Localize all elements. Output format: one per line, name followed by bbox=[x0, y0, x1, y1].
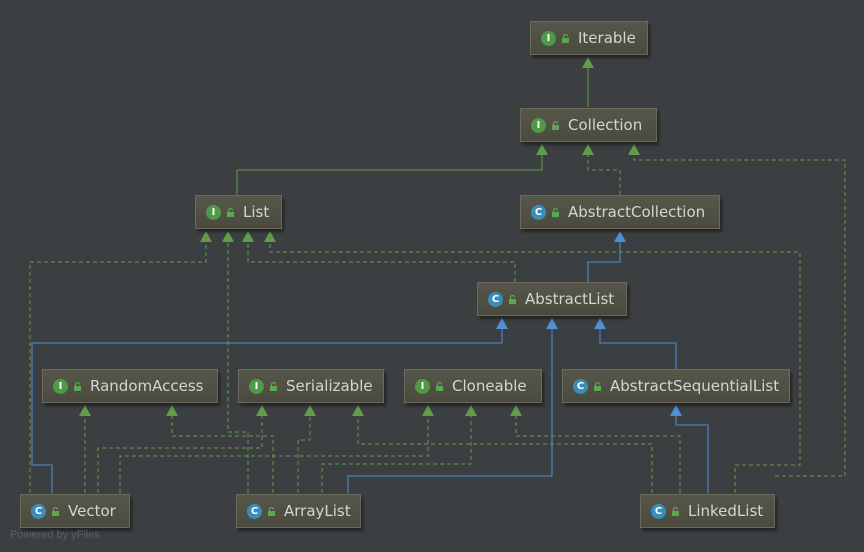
lock-icon bbox=[270, 381, 277, 391]
arrowhead bbox=[242, 231, 254, 242]
edge-arraylist-cloneable bbox=[321, 412, 472, 493]
lock-icon bbox=[268, 506, 275, 516]
arrowhead bbox=[222, 231, 234, 242]
node-abstract-list[interactable]: C AbstractList bbox=[477, 282, 627, 316]
lock-icon bbox=[74, 381, 81, 391]
arrowhead bbox=[465, 405, 477, 416]
interface-icon: I bbox=[249, 378, 264, 394]
edge-arraylist-serializable bbox=[297, 412, 311, 493]
node-cloneable[interactable]: I Cloneable bbox=[404, 369, 542, 403]
class-icon: C bbox=[651, 503, 666, 519]
arrowhead bbox=[546, 318, 558, 329]
arrowhead bbox=[79, 405, 91, 416]
node-linked-list[interactable]: C LinkedList bbox=[640, 494, 775, 528]
edge-abstractlist-abstractcollection bbox=[587, 238, 621, 282]
lock-icon bbox=[594, 381, 601, 391]
arrowhead bbox=[352, 405, 364, 416]
edge-linkedlist-serializable bbox=[357, 412, 653, 493]
node-abstract-sequential-list[interactable]: C AbstractSequentialList bbox=[562, 369, 790, 403]
edge-abstractlist-list bbox=[247, 238, 516, 282]
lock-icon bbox=[562, 33, 569, 43]
interface-icon: I bbox=[53, 378, 68, 394]
watermark: Powered by yFiles bbox=[10, 529, 100, 541]
lock-icon bbox=[52, 506, 59, 516]
node-label: AbstractList bbox=[525, 290, 615, 308]
node-label: RandomAccess bbox=[90, 377, 204, 395]
arrowhead bbox=[200, 231, 212, 242]
arrowhead bbox=[670, 405, 682, 416]
arrowhead bbox=[628, 144, 640, 155]
uml-class-diagram bbox=[29, 57, 846, 493]
arrowhead bbox=[256, 405, 268, 416]
implements-edges bbox=[29, 64, 846, 493]
edge-arraylist-list bbox=[227, 238, 249, 493]
node-label: AbstractSequentialList bbox=[610, 377, 780, 395]
node-label: Iterable bbox=[578, 29, 636, 47]
edge-abstractsequentiallist-abstractlist bbox=[599, 325, 677, 369]
arrowhead bbox=[614, 231, 626, 242]
class-icon: C bbox=[31, 503, 46, 519]
edge-linkedlist-list bbox=[269, 238, 801, 493]
node-random-access[interactable]: I RandomAccess bbox=[42, 369, 218, 403]
node-label: Cloneable bbox=[452, 377, 527, 395]
arrowhead bbox=[496, 318, 508, 329]
node-collection[interactable]: I Collection bbox=[520, 108, 657, 142]
interface-icon: I bbox=[415, 378, 430, 394]
interface-icon: I bbox=[206, 204, 221, 220]
arrowhead bbox=[582, 57, 594, 68]
arrowhead bbox=[264, 231, 276, 242]
edge-abstractcollection-collection bbox=[587, 151, 621, 195]
arrowhead bbox=[422, 405, 434, 416]
edge-list-collection bbox=[236, 151, 543, 195]
node-vector[interactable]: C Vector bbox=[20, 494, 130, 528]
arrowhead bbox=[594, 318, 606, 329]
node-label: List bbox=[243, 203, 270, 221]
edge-vector-abstractlist bbox=[31, 325, 503, 493]
class-icon: C bbox=[531, 204, 546, 220]
extends-edges bbox=[31, 238, 709, 493]
node-label: Collection bbox=[568, 116, 643, 134]
node-array-list[interactable]: C ArrayList bbox=[236, 494, 361, 528]
edge-vector-serializable bbox=[97, 412, 263, 493]
arrowhead bbox=[582, 144, 594, 155]
class-icon: C bbox=[573, 378, 588, 394]
node-label: ArrayList bbox=[284, 502, 351, 520]
edge-arraylist-randomaccess bbox=[171, 412, 274, 493]
arrowhead bbox=[510, 405, 522, 416]
edge-vector-list bbox=[29, 238, 207, 493]
node-list[interactable]: I List bbox=[195, 195, 282, 229]
interface-icon: I bbox=[541, 30, 556, 46]
edge-vector-cloneable bbox=[119, 412, 429, 493]
edge-arraylist-abstractlist bbox=[347, 325, 553, 493]
node-label: AbstractCollection bbox=[568, 203, 706, 221]
node-iterable[interactable]: I Iterable bbox=[530, 21, 648, 55]
node-label: LinkedList bbox=[688, 502, 764, 520]
arrowhead bbox=[304, 405, 316, 416]
node-abstract-collection[interactable]: C AbstractCollection bbox=[520, 195, 720, 229]
node-serializable[interactable]: I Serializable bbox=[238, 369, 384, 403]
lock-icon bbox=[552, 120, 559, 130]
edge-linkedlist-abstractsequentiallist bbox=[675, 412, 709, 493]
lock-icon bbox=[672, 506, 679, 516]
arrowhead bbox=[536, 144, 548, 155]
class-icon: C bbox=[247, 503, 262, 519]
arrowhead bbox=[166, 405, 178, 416]
node-label: Serializable bbox=[286, 377, 373, 395]
lock-icon bbox=[509, 294, 516, 304]
lock-icon bbox=[227, 207, 234, 217]
class-icon: C bbox=[488, 291, 503, 307]
lock-icon bbox=[436, 381, 443, 391]
interface-icon: I bbox=[531, 117, 546, 133]
lock-icon bbox=[552, 207, 559, 217]
node-label: Vector bbox=[68, 502, 116, 520]
edge-linkedlist-cloneable bbox=[515, 412, 681, 493]
